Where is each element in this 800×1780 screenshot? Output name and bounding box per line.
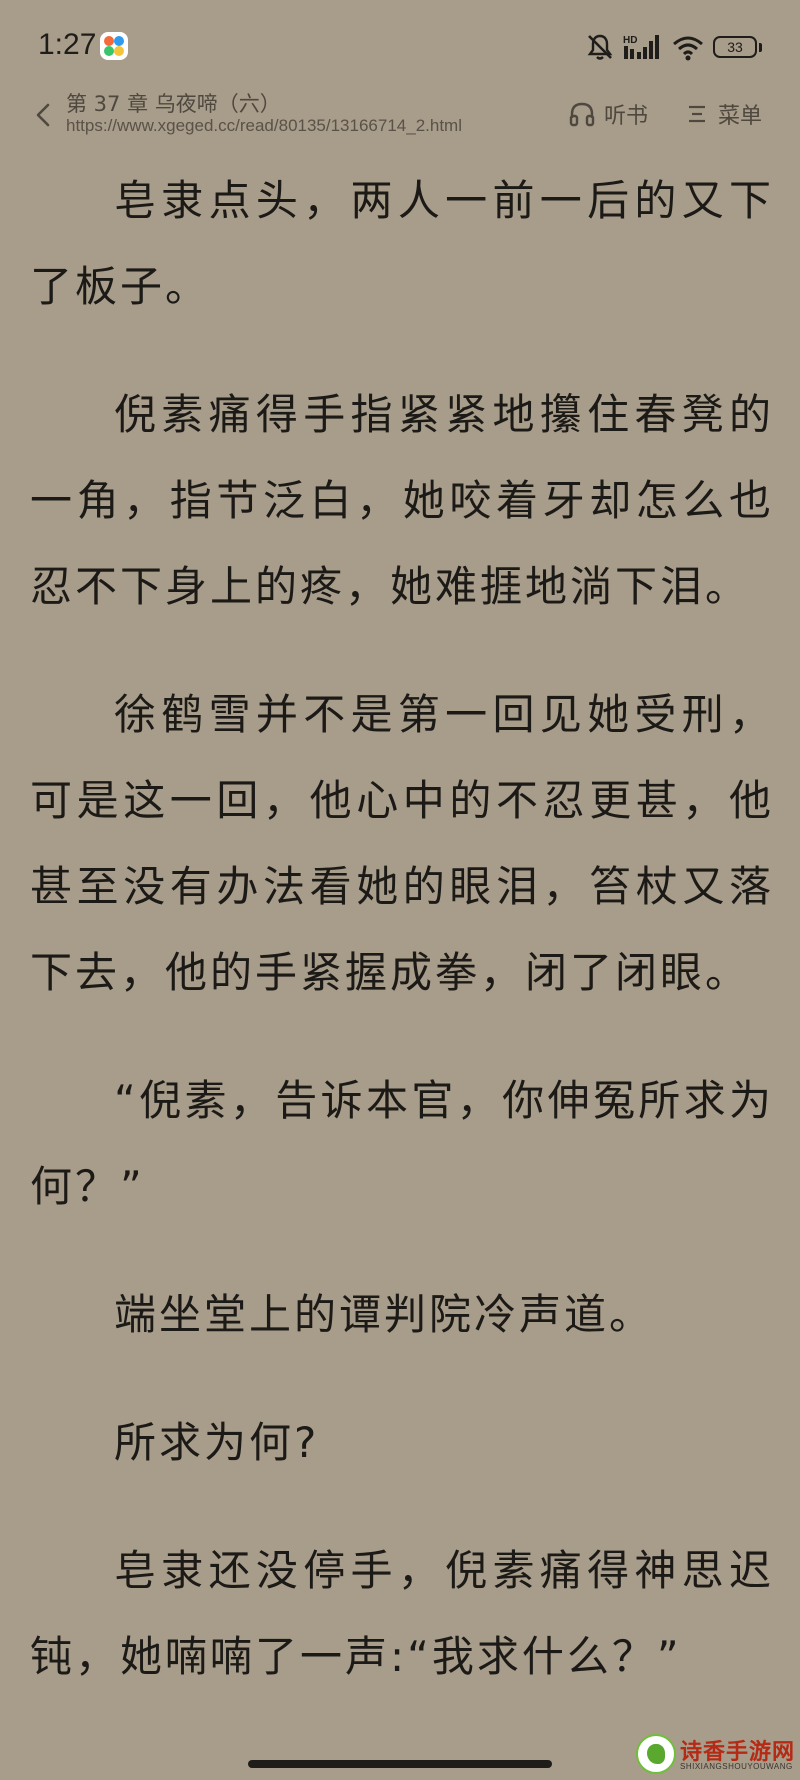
app-notification-icon: [100, 32, 128, 60]
paragraph: 皂隶还没停手，倪素痛得神思迟钝，她喃喃了一声:“我求什么？”: [30, 1546, 774, 1681]
paragraph: 徐鹤雪并不是第一回见她受刑，可是这一回，他心中的不忍更甚，他甚至没有办法看她的眼…: [30, 690, 774, 997]
status-bar: 1:27 HD 33: [0, 0, 800, 96]
chapter-title: 第 37 章 乌夜啼（六）: [66, 92, 281, 116]
status-time: 1:27: [38, 28, 97, 61]
svg-text:HD: HD: [623, 35, 637, 46]
headphones-icon: [569, 102, 595, 127]
cellular-signal-icon: HD: [623, 32, 663, 62]
menu-icon: [689, 105, 705, 123]
site-watermark: 诗香手游网 SHIXIANGSHOUYOUWANG: [636, 1734, 796, 1776]
listen-button[interactable]: 听书: [568, 98, 648, 130]
battery-icon: 33: [713, 36, 757, 58]
home-indicator[interactable]: [248, 1760, 552, 1768]
wifi-icon: [671, 32, 705, 62]
paragraph: 倪素痛得手指紧紧地攥住春凳的一角，指节泛白，她咬着牙却怎么也忍不下身上的疼，她难…: [30, 390, 774, 611]
chapter-url: https://www.xgeged.cc/read/80135/1316671…: [66, 116, 462, 135]
battery-level: 33: [727, 39, 743, 55]
status-icons: HD 33: [585, 30, 762, 64]
chevron-left-icon: [36, 103, 50, 127]
listen-label: 听书: [604, 104, 649, 129]
paragraph: 皂隶点头，两人一前一后的又下了板子。: [30, 176, 774, 311]
chapter-content[interactable]: 皂隶点头，两人一前一后的又下了板子。 倪素痛得手指紧紧地攥住春凳的一角，指节泛白…: [30, 158, 774, 1700]
menu-label: 菜单: [718, 104, 763, 129]
back-button[interactable]: [30, 100, 56, 130]
paragraph: 端坐堂上的谭判院冷声道。: [114, 1290, 655, 1339]
paragraph: “倪素，告诉本官，你伸冤所求为何？”: [30, 1076, 774, 1211]
menu-button[interactable]: 菜单: [686, 98, 762, 130]
muted-bell-icon: [585, 32, 615, 62]
battery-nub: [759, 42, 762, 52]
watermark-logo-icon: [636, 1734, 676, 1774]
watermark-subtitle: SHIXIANGSHOUYOUWANG: [680, 1762, 793, 1771]
reader-header: 第 37 章 乌夜啼（六） https://www.xgeged.cc/read…: [0, 84, 800, 144]
paragraph: 所求为何?: [114, 1418, 320, 1467]
